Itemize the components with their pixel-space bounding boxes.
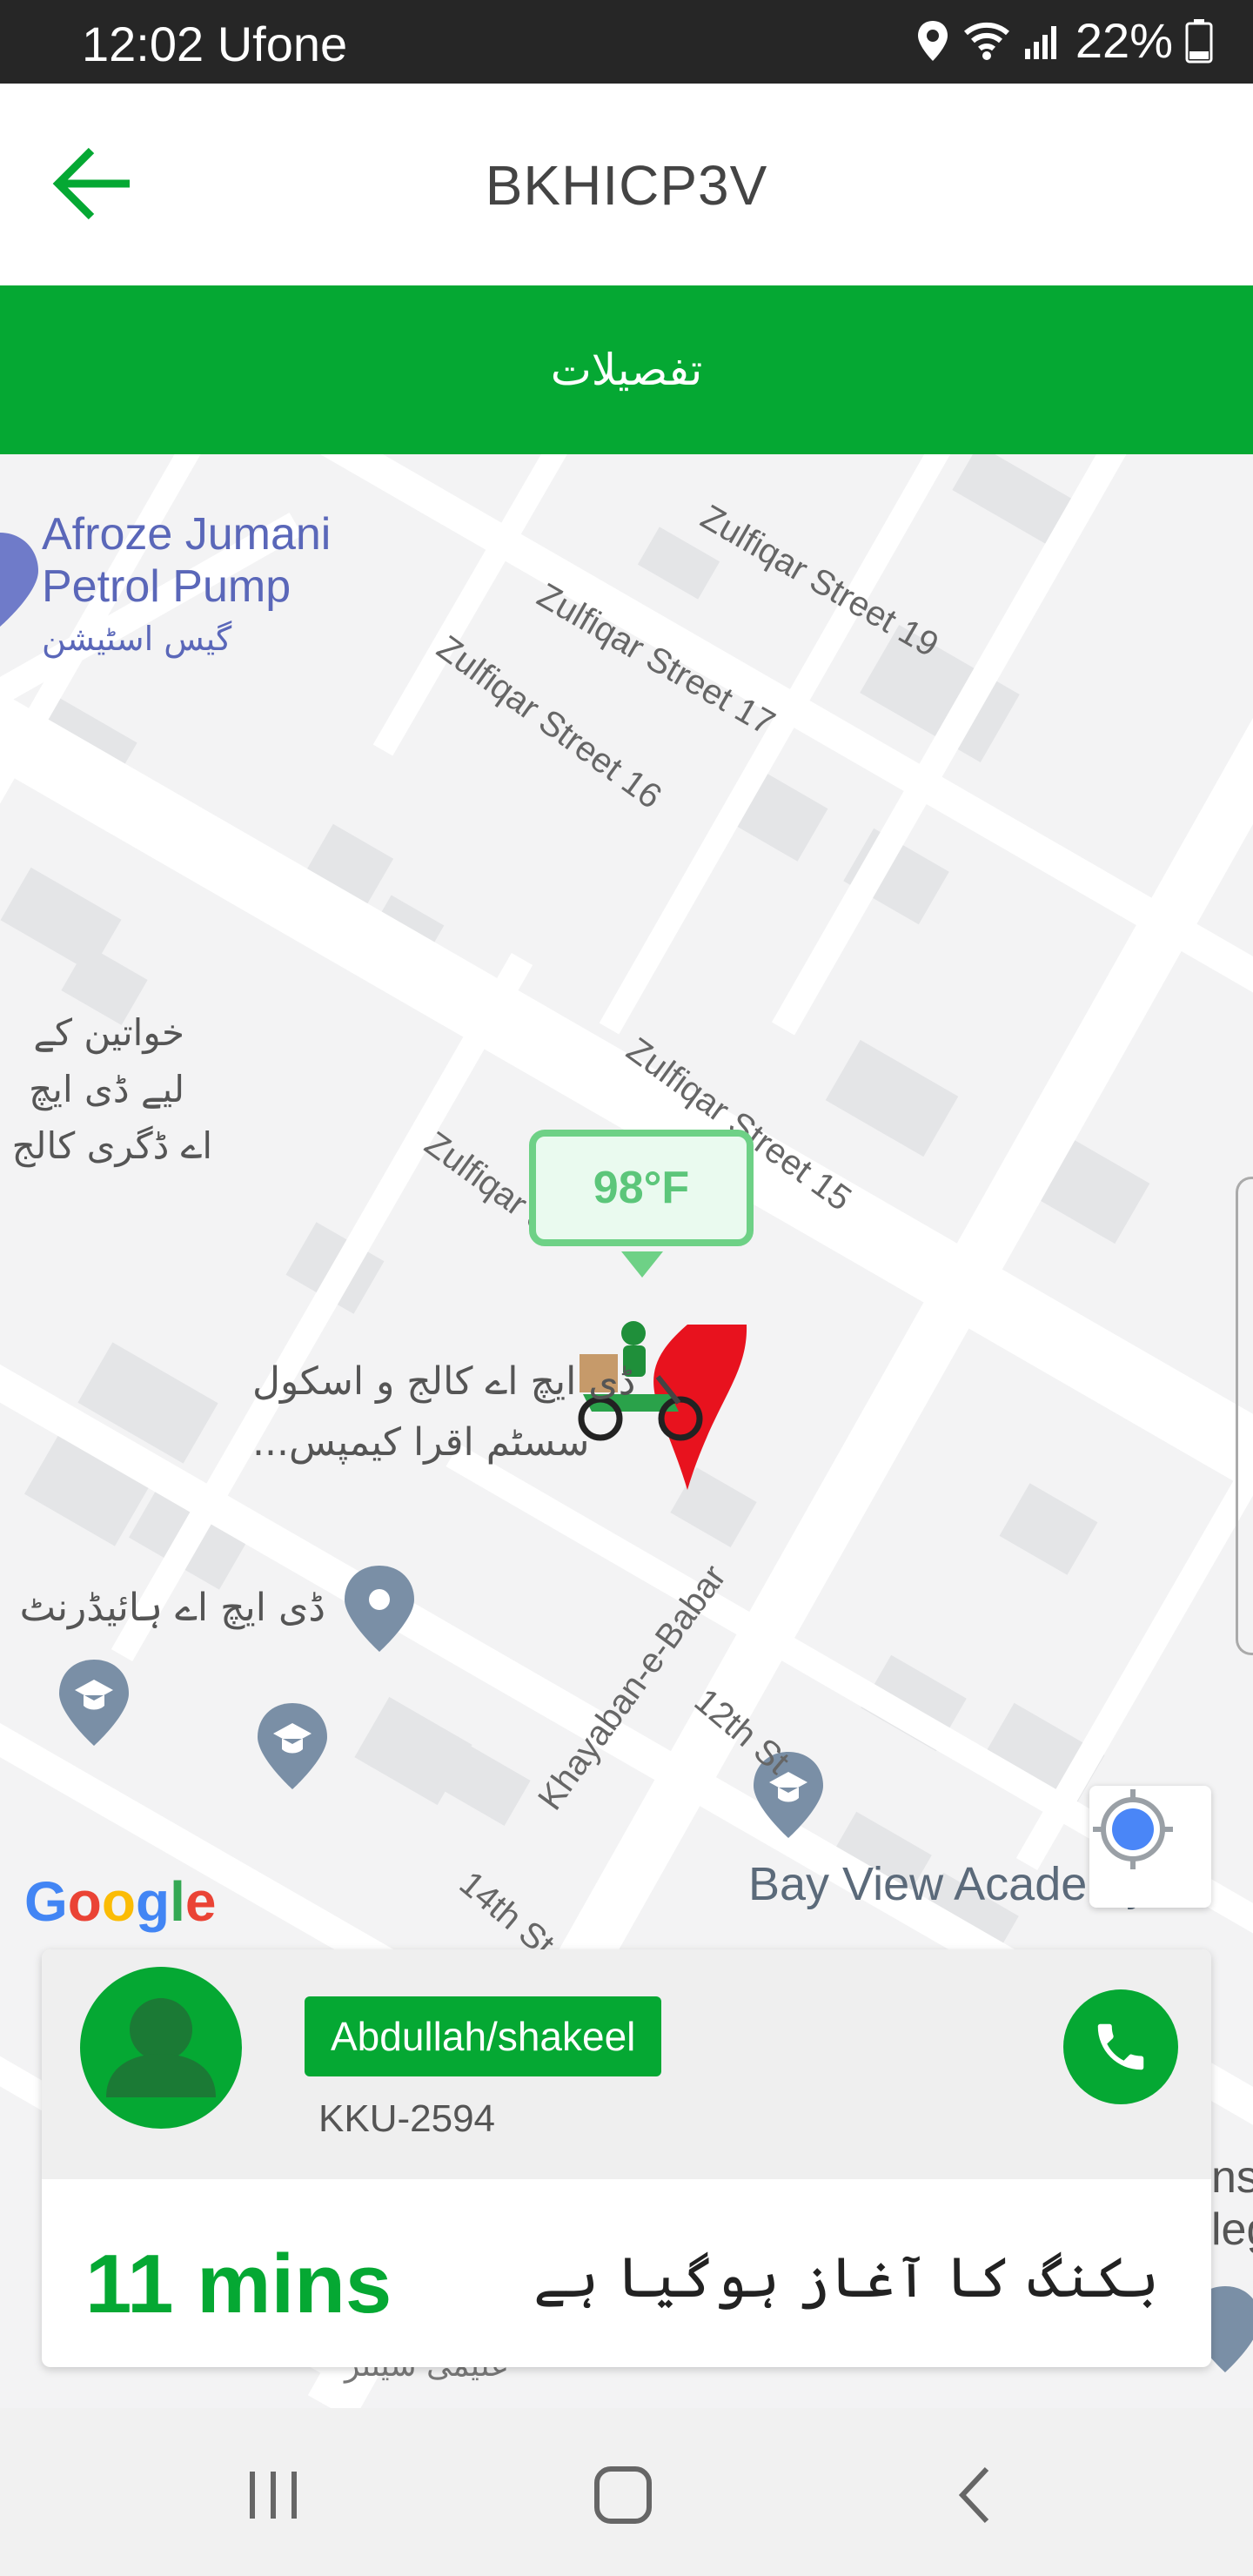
gas-station-pin-icon [0,533,38,627]
page-title: BKHICP3V [485,154,768,217]
avatar [80,1967,242,2129]
driver-card: Abdullah/shakeel KKU-2594 11 mins بکنگ ک… [42,1949,1211,2367]
driver-name: Abdullah/shakeel [305,1996,662,2076]
poi-womens-college-line1[interactable]: خواتین کے [33,1011,184,1054]
crosshair-icon [1093,1789,1173,1869]
school-pin-icon-2 [258,1703,327,1789]
map-side-handle[interactable] [1236,1177,1253,1655]
booking-status: بکنگ کا آغاز ہوگیا ہے [533,2246,1159,2311]
driver-info: Abdullah/shakeel KKU-2594 [42,1949,1211,2179]
google-logo: Google [24,1870,217,1933]
wifi-icon [963,22,1009,60]
poi-partial-right-1: nsh [1211,2152,1253,2203]
location-pin-icon [345,1566,414,1652]
poi-womens-college-line2[interactable]: لیے ڈی ایچ [29,1068,184,1110]
recents-button[interactable] [230,2452,317,2539]
temperature-badge: 98°F [529,1130,754,1246]
poi-petrol-pump-type: گیس اسٹیشن [42,620,232,658]
home-button[interactable] [580,2452,667,2539]
poi-dha-college-line2[interactable]: سسٹم اقرا کیمپس... [252,1420,589,1465]
status-bar: 12:02 Ufone 22% [0,0,1253,84]
vehicle-plate: KKU-2594 [318,2097,496,2140]
school-pin-icon-1 [59,1660,129,1746]
battery-icon [1185,18,1213,63]
chevron-left-icon [958,2466,989,2524]
app-bar: BKHICP3V [0,84,1253,287]
person-icon [106,1998,216,2097]
system-nav-bar [0,2408,1253,2576]
back-nav-button[interactable] [931,2452,1018,2539]
battery-percent: 22% [1075,13,1173,68]
poi-dha-hydrant[interactable]: ڈی ایچ اے ہائیڈرنٹ [20,1586,325,1630]
tab-details[interactable]: تفصیلات [0,285,1253,454]
home-icon [594,2466,652,2524]
status-icons: 22% [915,12,1213,69]
poi-dha-college-line1[interactable]: ڈی ایچ اے کالج و اسکول [252,1359,635,1404]
poi-womens-college-line3[interactable]: اے ڈگری کالج [12,1124,212,1167]
location-icon [917,20,948,61]
my-location-button[interactable] [1089,1786,1211,1908]
tab-details-label: تفصیلات [550,345,703,395]
poi-partial-right-2: leg [1211,2204,1253,2255]
eta: 11 mins [85,2237,392,2331]
signal-icon [1024,25,1056,59]
poi-petrol-pump-line1[interactable]: Afroze Jumani [42,508,331,560]
poi-petrol-pump-line2[interactable]: Petrol Pump [42,560,291,613]
call-button[interactable] [1063,1989,1178,2104]
phone-icon [1097,2023,1144,2070]
recents-icon [250,2472,297,2519]
status-time: 12:02 Ufone [82,17,348,71]
